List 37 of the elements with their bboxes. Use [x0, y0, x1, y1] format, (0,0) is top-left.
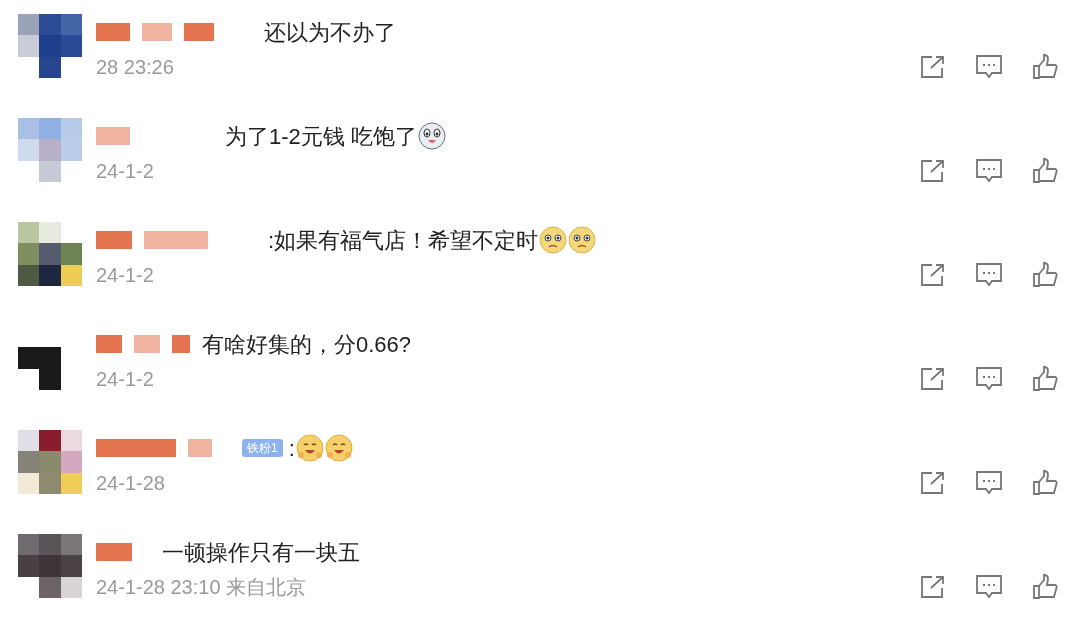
comment-icon[interactable] — [975, 470, 1003, 496]
comment-text: 一顿操作只有一块五 — [162, 538, 360, 567]
redacted-name — [96, 543, 132, 561]
comment-time: 24-1-28 23:10 来自北京 — [96, 575, 307, 600]
thumbs-up-icon[interactable] — [1032, 54, 1058, 80]
thumbs-up-icon[interactable] — [1032, 574, 1058, 600]
comment-icon[interactable] — [975, 574, 1003, 600]
grinning-emoji-icon — [295, 434, 324, 462]
thumbs-up-icon[interactable] — [1032, 158, 1058, 184]
grinning-emoji-icon — [324, 434, 353, 462]
comment-time: 28 23:26 — [96, 55, 174, 80]
comment-icon[interactable] — [975, 366, 1003, 392]
comment-icon[interactable] — [975, 262, 1003, 288]
sad-emoji-icon — [539, 226, 568, 254]
fan-badge: 铁粉1 — [242, 439, 283, 457]
comment-text: :如果有福气店！希望不定时 — [268, 226, 539, 255]
share-icon[interactable] — [920, 55, 946, 79]
comment-time: 24-1-2 — [96, 263, 154, 288]
comment-icon[interactable] — [975, 158, 1003, 184]
sad-emoji-icon — [568, 226, 597, 254]
comment-text: 还以为不办了 — [264, 18, 396, 47]
share-icon[interactable] — [920, 575, 946, 599]
thumbs-up-icon[interactable] — [1032, 470, 1058, 496]
thumbs-up-icon[interactable] — [1032, 366, 1058, 392]
share-icon[interactable] — [920, 159, 946, 183]
comment-text: 为了1-2元钱 吃饱了 — [225, 122, 417, 151]
comment-icon[interactable] — [975, 54, 1003, 80]
comment-time: 24-1-2 — [96, 159, 154, 184]
share-icon[interactable] — [920, 367, 946, 391]
thumbs-up-icon[interactable] — [1032, 262, 1058, 288]
comment-text: 有啥好集的，分0.66? — [202, 330, 412, 359]
comment-time: 24-1-2 — [96, 367, 154, 392]
share-icon[interactable] — [920, 471, 946, 495]
share-icon[interactable] — [920, 263, 946, 287]
comment-time: 24-1-28 — [96, 471, 165, 496]
comment-text: : — [288, 434, 295, 463]
redacted-name — [96, 127, 130, 145]
